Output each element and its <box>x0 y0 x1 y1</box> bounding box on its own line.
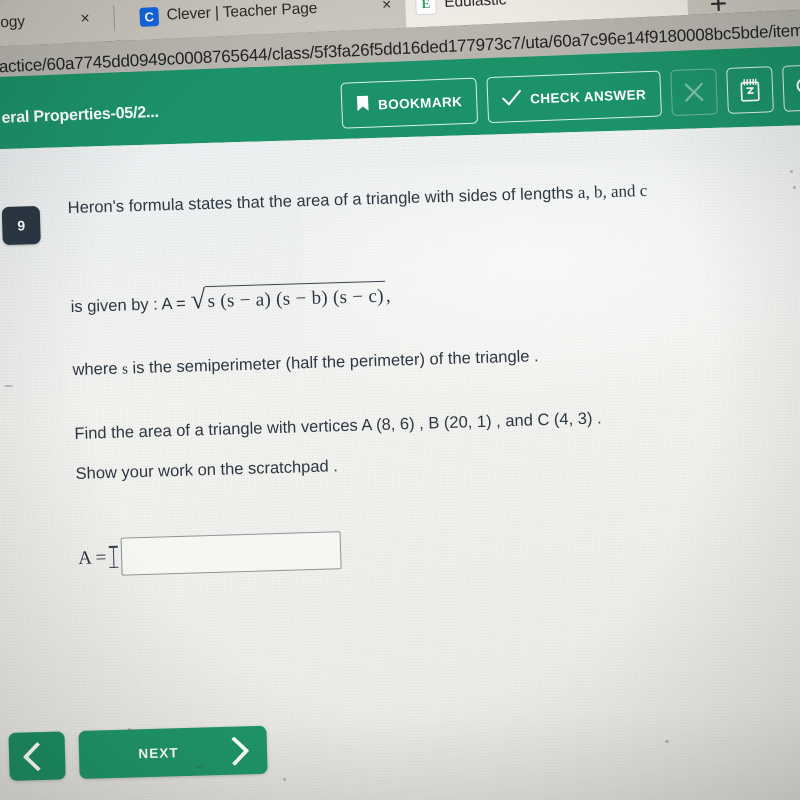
search-button[interactable] <box>782 64 800 112</box>
check-icon <box>502 89 522 109</box>
tab-title: Edulastic <box>443 0 507 12</box>
tab-close-icon[interactable]: × <box>653 0 677 3</box>
tab-divider <box>113 5 116 32</box>
tab-title: Clever | Teacher Page <box>166 0 318 24</box>
question-content: 9 Heron's formula states that the area o… <box>1 175 800 580</box>
close-icon <box>683 81 706 104</box>
formula-prefix: is given by : A = <box>70 294 187 317</box>
previous-button[interactable] <box>8 731 66 781</box>
screenshot-root: me | Schoology × C Clever | Teacher Page… <box>0 0 800 800</box>
radicand: s (s − a) (s − b) (s − c) <box>205 280 387 315</box>
bookmark-button[interactable]: BOOKMARK <box>340 77 479 129</box>
edulastic-favicon-icon: E <box>414 0 437 15</box>
scratchpad-button[interactable] <box>726 66 774 114</box>
chevron-right-icon <box>219 735 250 766</box>
check-answer-label: CHECK ANSWER <box>529 86 647 107</box>
tab-close-icon[interactable]: × <box>368 0 392 16</box>
bookmark-icon <box>356 95 370 115</box>
chevron-left-icon <box>22 741 52 771</box>
clever-favicon-icon: C <box>139 6 160 27</box>
answer-input[interactable] <box>120 531 342 577</box>
tab-title: me | Schoology <box>0 13 26 35</box>
search-icon <box>794 75 800 100</box>
next-button[interactable]: NEXT <box>78 725 268 779</box>
where-prefix: where <box>72 359 118 379</box>
answer-label: A = <box>77 546 107 569</box>
formula-suffix: , <box>385 285 391 307</box>
where-variable: s <box>121 360 129 378</box>
tab-close-icon[interactable]: × <box>66 10 90 29</box>
radical-sign-icon: √ <box>190 284 206 315</box>
scratchpad-icon <box>738 77 763 103</box>
bookmark-label: BOOKMARK <box>377 93 463 112</box>
radical-expression: √ s (s − a) (s − b) (s − c) <box>190 280 387 315</box>
question-number-badge: 9 <box>1 205 41 246</box>
check-answer-button[interactable]: CHECK ANSWER <box>486 70 662 124</box>
next-label: NEXT <box>138 744 179 761</box>
assignment-title: eral Properties-05/2... <box>1 103 160 127</box>
question-variables: a, b, and c <box>577 180 648 202</box>
text-cursor-icon <box>109 546 119 569</box>
close-button[interactable] <box>670 68 718 117</box>
